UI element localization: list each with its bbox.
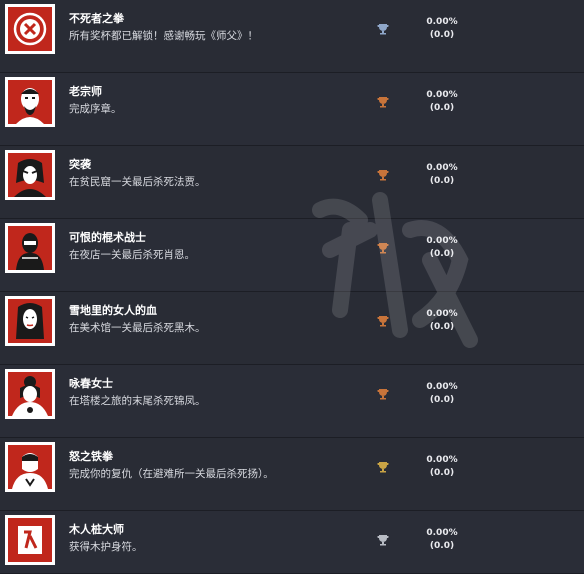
achievement-title: 木人桩大师 xyxy=(69,523,124,536)
platinum-seal-icon xyxy=(5,4,55,54)
achievement-description: 完成序章。 xyxy=(69,103,122,115)
achievement-percent: 0.00% xyxy=(426,90,458,100)
wooden-amulet-icon xyxy=(5,515,55,565)
achievement-row[interactable]: 可恨的棍术战士 在夜店一关最后杀死肖恩。 0.00% (0.0) xyxy=(0,219,584,292)
achievement-percent: 0.00% xyxy=(426,236,458,246)
achievement-title: 不死者之拳 xyxy=(69,12,124,25)
achievement-list: 不死者之拳 所有奖杯都已解锁！感谢畅玩《师父》！ 0.00% (0.0) 老宗师… xyxy=(0,0,584,574)
achievement-percent: 0.00% xyxy=(426,163,458,173)
trophy-icon xyxy=(376,22,390,36)
achievement-description: 在夜店一关最后杀死肖恩。 xyxy=(69,249,195,261)
achievement-row[interactable]: 怒之铁拳 完成你的复仇（在避难所一关最后杀死扬）。 0.00% (0.0) xyxy=(0,438,584,511)
achievement-title: 雪地里的女人的血 xyxy=(69,304,157,317)
achievement-row[interactable]: 木人桩大师 获得木护身符。 0.00% (0.0) xyxy=(0,511,584,574)
trophy-icon xyxy=(376,241,390,255)
achievement-count: (0.0) xyxy=(429,395,455,405)
trophy-icon xyxy=(376,460,390,474)
achievement-count: (0.0) xyxy=(429,176,455,186)
achievement-title: 突袭 xyxy=(69,158,91,171)
achievement-description: 获得木护身符。 xyxy=(69,541,143,553)
old-master-portrait-icon xyxy=(5,77,55,127)
achievement-percent: 0.00% xyxy=(426,455,458,465)
trophy-icon xyxy=(376,168,390,182)
achievement-count: (0.0) xyxy=(429,541,455,551)
kuroki-portrait-icon xyxy=(5,296,55,346)
trophy-icon xyxy=(376,314,390,328)
achievement-row[interactable]: 咏春女士 在塔楼之旅的末尾杀死锦凤。 0.00% (0.0) xyxy=(0,365,584,438)
fajar-portrait-icon xyxy=(5,150,55,200)
achievement-count: (0.0) xyxy=(429,249,455,259)
achievement-count: (0.0) xyxy=(429,103,455,113)
trophy-icon xyxy=(376,533,390,547)
achievement-row[interactable]: 老宗师 完成序章。 0.00% (0.0) xyxy=(0,73,584,146)
jinfeng-portrait-icon xyxy=(5,369,55,419)
yang-portrait-icon xyxy=(5,442,55,492)
achievement-description: 完成你的复仇（在避难所一关最后杀死扬）。 xyxy=(69,468,274,480)
achievement-title: 咏春女士 xyxy=(69,377,113,390)
achievement-title: 怒之铁拳 xyxy=(69,450,113,463)
trophy-icon xyxy=(376,387,390,401)
achievement-count: (0.0) xyxy=(429,322,455,332)
achievement-row[interactable]: 突袭 在贫民窟一关最后杀死法贾。 0.00% (0.0) xyxy=(0,146,584,219)
achievement-percent: 0.00% xyxy=(426,17,458,27)
achievement-description: 在贫民窟一关最后杀死法贾。 xyxy=(69,176,206,188)
achievement-title: 老宗师 xyxy=(69,85,102,98)
achievement-description: 在美术馆一关最后杀死黑木。 xyxy=(69,322,206,334)
achievement-row[interactable]: 雪地里的女人的血 在美术馆一关最后杀死黑木。 0.00% (0.0) xyxy=(0,292,584,365)
achievement-row[interactable]: 不死者之拳 所有奖杯都已解锁！感谢畅玩《师父》！ 0.00% (0.0) xyxy=(0,0,584,73)
achievement-description: 所有奖杯都已解锁！感谢畅玩《师父》！ xyxy=(69,30,258,42)
achievement-description: 在塔楼之旅的末尾杀死锦凤。 xyxy=(69,395,206,407)
achievement-title: 可恨的棍术战士 xyxy=(69,231,146,244)
achievement-count: (0.0) xyxy=(429,468,455,478)
achievement-percent: 0.00% xyxy=(426,309,458,319)
sean-portrait-icon xyxy=(5,223,55,273)
achievement-percent: 0.00% xyxy=(426,382,458,392)
achievement-percent: 0.00% xyxy=(426,528,458,538)
trophy-icon xyxy=(376,95,390,109)
achievement-count: (0.0) xyxy=(429,30,455,40)
